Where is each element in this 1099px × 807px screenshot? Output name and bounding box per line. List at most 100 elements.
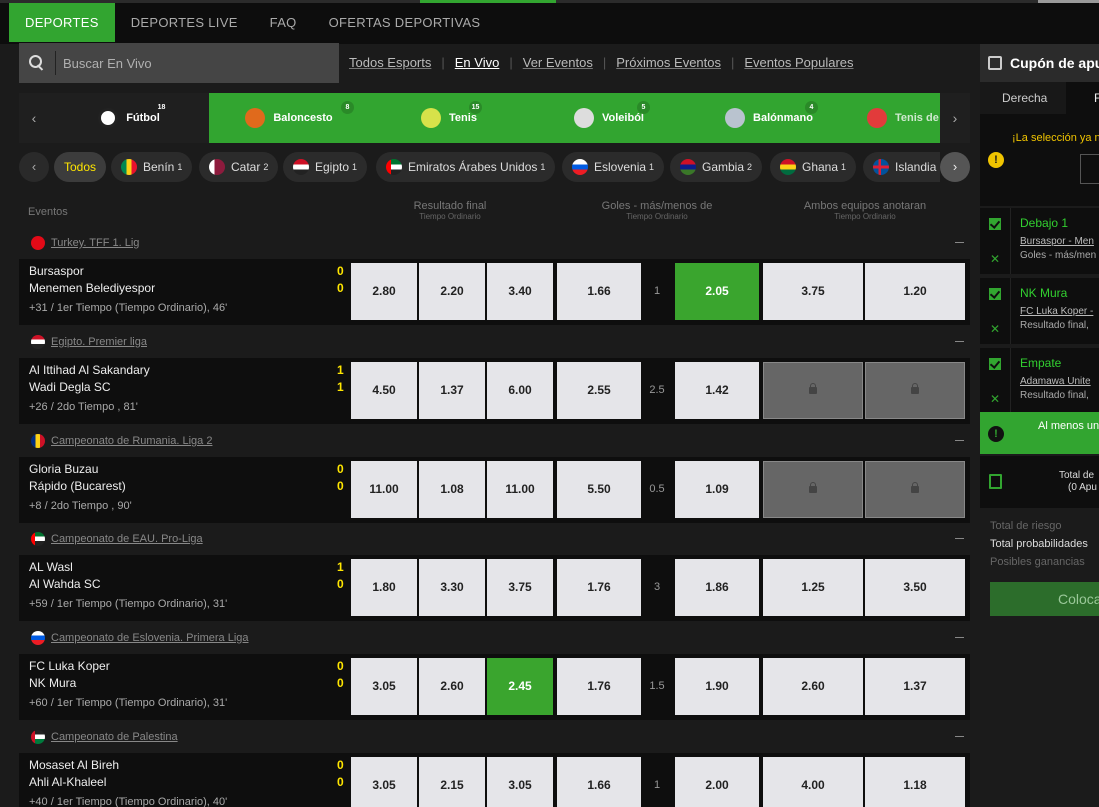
league-row[interactable]: Campeonato de Palestina [19, 723, 970, 751]
odd-btts-yes[interactable]: 3.75 [763, 263, 863, 320]
away-team[interactable]: Al Wahda SC [29, 577, 101, 591]
country-chip-islandia[interactable]: Islandia [863, 152, 940, 182]
home-team[interactable]: AL Wasl [29, 560, 73, 574]
sport-tab-voleibol[interactable]: Voleiból 5 [529, 93, 689, 143]
odd-home[interactable]: 3.05 [351, 757, 417, 807]
warning-input-box[interactable] [1080, 154, 1099, 184]
odd-draw[interactable]: 2.60 [419, 658, 485, 715]
country-chip-egipto[interactable]: Egipto 1 [283, 152, 368, 182]
nav-ofertas[interactable]: OFERTAS DEPORTIVAS [313, 3, 497, 42]
collapse-icon[interactable] [955, 538, 964, 539]
odd-under[interactable]: 1.90 [675, 658, 759, 715]
nav-deportes-live[interactable]: DEPORTES LIVE [115, 3, 254, 42]
odd-away[interactable]: 2.45 [487, 658, 553, 715]
countries-prev-arrow[interactable]: ‹ [19, 152, 49, 182]
match-status[interactable]: +40 / 1er Tiempo (Tiempo Ordinario), 40' [29, 796, 227, 807]
away-team[interactable]: Menemen Belediyespor [29, 281, 155, 295]
away-team[interactable]: Ahli Al-Khaleel [29, 775, 106, 789]
odd-btts-yes[interactable]: 1.25 [763, 559, 863, 616]
selection-checkbox[interactable] [989, 288, 1001, 300]
odd-btts-no[interactable]: 3.50 [865, 559, 965, 616]
collapse-icon[interactable] [955, 242, 964, 243]
sport-tab-tenis[interactable]: Tenis 15 [369, 93, 529, 143]
selection-event[interactable]: FC Luka Koper - [1020, 306, 1093, 317]
odd-draw[interactable]: 1.37 [419, 362, 485, 419]
selection-event[interactable]: Bursaspor - Men [1020, 236, 1094, 247]
match-status[interactable]: +26 / 2do Tiempo , 81' [29, 401, 138, 413]
odd-under[interactable]: 1.86 [675, 559, 759, 616]
sport-tab-futbol[interactable]: Fútbol 18 [49, 93, 209, 143]
country-chip-todos[interactable]: Todos [54, 152, 107, 182]
search-input[interactable] [63, 43, 333, 83]
odd-away[interactable]: 3.40 [487, 263, 553, 320]
collapse-icon[interactable] [955, 736, 964, 737]
home-team[interactable]: Gloria Buzau [29, 462, 98, 476]
odd-over[interactable]: 1.66 [557, 263, 641, 320]
match-status[interactable]: +59 / 1er Tiempo (Tiempo Ordinario), 31' [29, 598, 227, 610]
tab-second[interactable]: F [1066, 82, 1099, 114]
odd-away[interactable]: 6.00 [487, 362, 553, 419]
odd-away[interactable]: 3.05 [487, 757, 553, 807]
away-team[interactable]: Rápido (Bucarest) [29, 479, 126, 493]
nav-deportes[interactable]: DEPORTES [9, 3, 115, 42]
league-row[interactable]: Campeonato de Rumania. Liga 2 [19, 427, 970, 455]
country-chip-emiratos[interactable]: Emiratos Árabes Unidos 1 [376, 152, 556, 182]
home-team[interactable]: Mosaset Al Bireh [29, 758, 119, 772]
odd-home[interactable]: 3.05 [351, 658, 417, 715]
league-row[interactable]: Campeonato de EAU. Pro-Liga [19, 525, 970, 553]
away-team[interactable]: NK Mura [29, 676, 76, 690]
odd-away[interactable]: 3.75 [487, 559, 553, 616]
odd-home[interactable]: 2.80 [351, 263, 417, 320]
league-name[interactable]: Campeonato de Palestina [51, 731, 178, 743]
odd-btts-no[interactable]: 1.37 [865, 658, 965, 715]
filter-proximos-eventos[interactable]: Próximos Eventos [616, 55, 721, 70]
sport-tab-baloncesto[interactable]: Baloncesto 8 [209, 93, 369, 143]
filter-ver-eventos[interactable]: Ver Eventos [523, 55, 593, 70]
filter-en-vivo[interactable]: En Vivo [455, 55, 500, 70]
home-team[interactable]: Bursaspor [29, 264, 84, 278]
nav-faq[interactable]: FAQ [254, 3, 313, 42]
collapse-icon[interactable] [955, 637, 964, 638]
odd-btts-no[interactable]: 1.18 [865, 757, 965, 807]
match-status[interactable]: +31 / 1er Tiempo (Tiempo Ordinario), 46' [29, 302, 227, 314]
odd-away[interactable]: 11.00 [487, 461, 553, 518]
league-name[interactable]: Campeonato de EAU. Pro-Liga [51, 533, 203, 545]
country-chip-benin[interactable]: Benín 1 [111, 152, 193, 182]
sport-tab-balonmano[interactable]: Balónmano 4 [689, 93, 849, 143]
match-status[interactable]: +60 / 1er Tiempo (Tiempo Ordinario), 31' [29, 697, 227, 709]
sports-prev-arrow[interactable]: ‹ [19, 93, 49, 143]
collapse-icon[interactable] [955, 341, 964, 342]
odd-draw[interactable]: 3.30 [419, 559, 485, 616]
sport-tab-tenis-de-mesa[interactable]: Tenis de [849, 93, 940, 143]
league-name[interactable]: Egipto. Premier liga [51, 336, 147, 348]
odd-btts-no[interactable]: 1.20 [865, 263, 965, 320]
selection-checkbox[interactable] [989, 218, 1001, 230]
home-team[interactable]: FC Luka Koper [29, 659, 110, 673]
odd-draw[interactable]: 1.08 [419, 461, 485, 518]
league-row[interactable]: Egipto. Premier liga [19, 328, 970, 356]
odd-under[interactable]: 2.00 [675, 757, 759, 807]
league-row[interactable]: Turkey. TFF 1. Lig [19, 229, 970, 257]
league-name[interactable]: Turkey. TFF 1. Lig [51, 237, 139, 249]
odd-under[interactable]: 1.09 [675, 461, 759, 518]
home-team[interactable]: Al Ittihad Al Sakandary [29, 363, 150, 377]
place-bet-button[interactable]: Coloca [990, 582, 1099, 616]
search-icon[interactable] [29, 55, 45, 71]
odd-draw[interactable]: 2.15 [419, 757, 485, 807]
remove-selection-icon[interactable]: ✕ [990, 322, 1000, 336]
match-status[interactable]: +8 / 2do Tiempo , 90' [29, 500, 132, 512]
country-chip-gambia[interactable]: Gambia 2 [670, 152, 763, 182]
country-chip-catar[interactable]: Catar 2 [199, 152, 279, 182]
odd-under[interactable]: 2.05 [675, 263, 759, 320]
filter-eventos-populares[interactable]: Eventos Populares [744, 55, 853, 70]
tab-derecha[interactable]: Derecha [1002, 91, 1047, 105]
filter-todos-esports[interactable]: Todos Esports [349, 55, 431, 70]
league-name[interactable]: Campeonato de Eslovenia. Primera Liga [51, 632, 249, 644]
countries-next-arrow[interactable]: › [940, 152, 970, 182]
remove-selection-icon[interactable]: ✕ [990, 392, 1000, 406]
sports-next-arrow[interactable]: › [940, 93, 970, 143]
odd-btts-yes[interactable]: 2.60 [763, 658, 863, 715]
odd-home[interactable]: 4.50 [351, 362, 417, 419]
selection-event[interactable]: Adamawa Unite [1020, 376, 1091, 387]
odd-under[interactable]: 1.42 [675, 362, 759, 419]
